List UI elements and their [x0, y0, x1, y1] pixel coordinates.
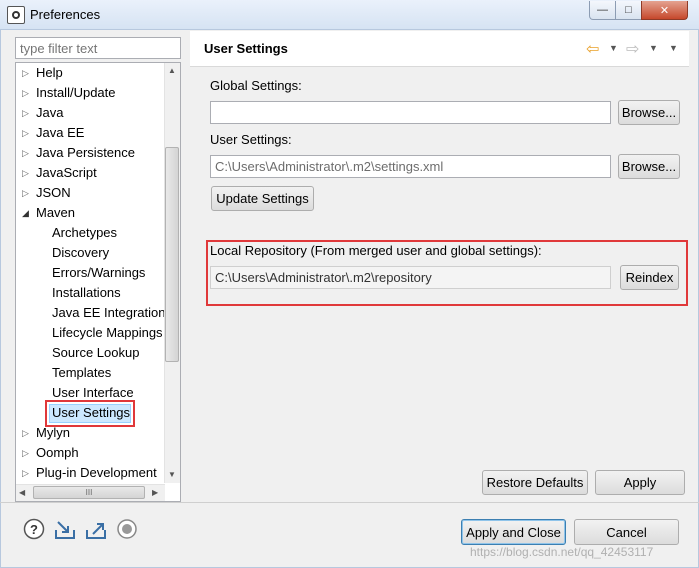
tree-item-lifecycle-mappings[interactable]: Lifecycle Mappings — [52, 323, 163, 343]
tree-item-plug-in-development[interactable]: ▷ Plug-in Development — [22, 463, 157, 483]
expand-arrow-icon[interactable]: ▷ — [22, 83, 29, 103]
scroll-up-arrow-icon[interactable]: ▲ — [168, 66, 176, 75]
window-title: Preferences — [30, 7, 101, 22]
expand-arrow-icon[interactable]: ▷ — [22, 463, 29, 483]
cancel-button[interactable]: Cancel — [574, 519, 679, 545]
forward-dropdown-icon[interactable]: ▼ — [649, 43, 658, 53]
tree-item-java-persistence[interactable]: ▷ Java Persistence — [22, 143, 135, 163]
tree-item-templates[interactable]: Templates — [52, 363, 111, 383]
user-browse-button[interactable]: Browse... — [618, 154, 680, 179]
user-settings-field[interactable]: C:\Users\Administrator\.m2\settings.xml — [210, 155, 611, 178]
tree-item-java[interactable]: ▷ Java — [22, 103, 63, 123]
page-title: User Settings — [204, 41, 288, 56]
tree-item-javascript[interactable]: ▷ JavaScript — [22, 163, 97, 183]
horizontal-scroll-thumb[interactable]: III — [33, 486, 145, 499]
user-settings-label: User Settings: — [210, 132, 292, 147]
apply-button[interactable]: Apply — [595, 470, 685, 495]
expand-arrow-icon[interactable]: ▷ — [22, 423, 29, 443]
tree-item-oomph[interactable]: ▷ Oomph — [22, 443, 79, 463]
scroll-left-arrow-icon[interactable]: ◀ — [19, 488, 25, 497]
close-button[interactable]: ✕ — [641, 1, 688, 20]
restore-defaults-button[interactable]: Restore Defaults — [482, 470, 588, 495]
global-settings-field[interactable] — [210, 101, 611, 124]
minimize-button[interactable]: — — [589, 1, 616, 20]
export-icon[interactable] — [85, 518, 107, 540]
help-icon[interactable]: ? — [23, 518, 45, 540]
expand-arrow-icon[interactable]: ▷ — [22, 163, 29, 183]
tree-item-installations[interactable]: Installations — [52, 283, 121, 303]
preference-tree: ▷ Help ▷ Install/Update ▷ Java ▷ Java EE ▷ Ja… — [15, 62, 181, 502]
tree-item-json[interactable]: ▷ JSON — [22, 183, 71, 203]
vertical-scroll-thumb[interactable] — [165, 147, 179, 362]
expand-arrow-icon[interactable]: ▷ — [22, 143, 29, 163]
tree-item-help[interactable]: ▷ Help — [22, 63, 63, 83]
expand-arrow-icon[interactable]: ▷ — [22, 443, 29, 463]
expand-arrow-icon[interactable]: ▷ — [22, 183, 29, 203]
view-menu-icon[interactable]: ▼ — [669, 43, 678, 53]
svg-text:?: ? — [30, 522, 38, 537]
tree-item-source-lookup[interactable]: Source Lookup — [52, 343, 139, 363]
local-repository-field: C:\Users\Administrator\.m2\repository — [210, 266, 611, 289]
import-icon[interactable] — [54, 518, 76, 540]
expand-arrow-icon[interactable]: ▷ — [22, 123, 29, 143]
expand-arrow-icon[interactable]: ▷ — [22, 63, 29, 83]
tree-item-errors-warnings[interactable]: Errors/Warnings — [52, 263, 145, 283]
tree-item-archetypes[interactable]: Archetypes — [52, 223, 117, 243]
tree-item-install-update[interactable]: ▷ Install/Update — [22, 83, 116, 103]
watermark-text: https://blog.csdn.net/qq_42453117 — [470, 545, 654, 559]
tree-item-maven[interactable]: ◢ Maven — [22, 203, 75, 223]
collapse-arrow-icon[interactable]: ◢ — [22, 203, 29, 223]
footer-separator — [0, 502, 699, 503]
tree-item-discovery[interactable]: Discovery — [52, 243, 109, 263]
global-settings-label: Global Settings: — [210, 78, 302, 93]
filter-input[interactable] — [15, 37, 181, 59]
annotation-highlight-box — [45, 400, 135, 427]
local-repository-label: Local Repository (From merged user and g… — [210, 243, 542, 258]
scroll-down-arrow-icon[interactable]: ▼ — [168, 470, 176, 479]
update-settings-button[interactable]: Update Settings — [211, 186, 314, 211]
tree-item-java-ee[interactable]: ▷ Java EE — [22, 123, 84, 143]
eclipse-app-icon — [7, 6, 25, 24]
forward-arrow-icon[interactable]: ⇨ — [626, 39, 639, 59]
scroll-right-arrow-icon[interactable]: ▶ — [152, 488, 158, 497]
maximize-button[interactable]: □ — [615, 1, 642, 20]
tree-item-java-ee-integration[interactable]: Java EE Integration — [52, 303, 165, 323]
record-icon[interactable] — [116, 518, 138, 540]
expand-arrow-icon[interactable]: ▷ — [22, 103, 29, 123]
reindex-button[interactable]: Reindex — [620, 265, 679, 290]
back-dropdown-icon[interactable]: ▼ — [609, 43, 618, 53]
apply-and-close-button[interactable]: Apply and Close — [461, 519, 566, 545]
back-arrow-icon[interactable]: ⇦ — [586, 39, 599, 59]
global-browse-button[interactable]: Browse... — [618, 100, 680, 125]
